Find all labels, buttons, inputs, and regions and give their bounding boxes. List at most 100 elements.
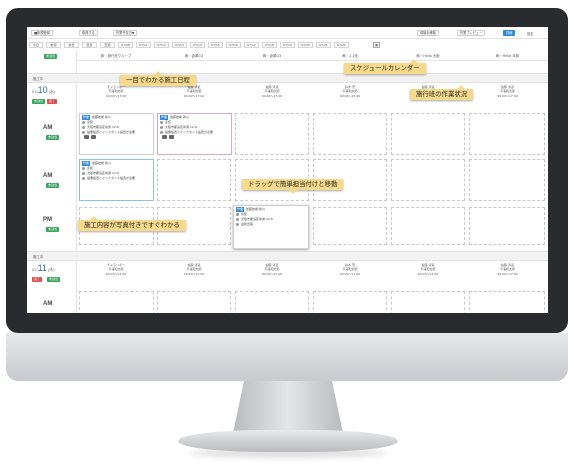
day-weekday: (水) <box>48 89 56 94</box>
date-tab[interactable]: 翌週 <box>100 42 115 48</box>
status-chip-red: 完了 <box>47 99 58 104</box>
date-tab[interactable]: 07/19 <box>280 42 295 48</box>
member-info: 鈴木 茂平澤和太郎 09:00〜17:00 <box>339 85 361 98</box>
date-tab[interactable]: 07/21 <box>316 42 331 48</box>
day-weekday: (木) <box>47 267 55 272</box>
fetch-button[interactable]: 取得する <box>79 30 98 36</box>
date-tab[interactable]: 07/12 <box>154 42 169 48</box>
column-header: ㈱・1 1班 <box>311 51 389 61</box>
member-info: 佐藤 清道平澤和太郎09:00〜17:00 <box>417 263 439 276</box>
column-header: ㈱・施行班グループ <box>77 51 155 61</box>
status-chip-red: 完了 <box>32 277 43 282</box>
slot-am-label: AM <box>43 301 53 307</box>
column-header: ㈱・Hello 本部 <box>467 51 548 61</box>
slot-am-label: AM <box>43 125 53 131</box>
callout-schedule: 一目でわかる施工日程 <box>120 71 196 86</box>
date-navigation: 今日 前週 前日 翌日 翌週 07/08 07/11 07/12 07/13 0… <box>27 41 548 50</box>
date-tab[interactable]: 前日 <box>64 42 79 48</box>
member-info: 佐藤 清道平澤和太郎09:00〜17:00 <box>497 85 518 98</box>
slot-am-label: AM <box>43 173 53 179</box>
empty-slot[interactable] <box>391 113 465 155</box>
member-info: 佐藤 清道平澤和太郎09:00〜17:00 <box>261 263 283 276</box>
date-tab[interactable]: 07/11 <box>136 42 151 48</box>
day-label: 07/10(水) <box>31 85 55 95</box>
date-tab[interactable]: 07/08 <box>118 42 133 48</box>
date-tab[interactable]: 今日 <box>29 42 43 48</box>
callout-photo: 施工内容が写真付きですぐわかる <box>78 216 186 231</box>
column-header: ㈱・倉庫G3 <box>155 51 233 61</box>
job-card[interactable]: 作業 加藤技術 新川 塗装 大阪市都島区中通 12-8 設備設置とインスタント設置… <box>157 113 232 155</box>
empty-slot[interactable] <box>391 207 465 245</box>
date-tab[interactable]: 翌日 <box>82 42 97 48</box>
column-header: ㈱・倉庫G3 <box>233 51 311 61</box>
date-tab[interactable]: 前週 <box>46 42 61 48</box>
preview-button[interactable]: 作業プレビュー <box>457 30 486 36</box>
photo-icon <box>169 135 174 139</box>
day-label: 07/11(木) <box>31 263 55 273</box>
day-number: 11 <box>37 263 47 273</box>
status-chip-green: 未割当 <box>47 277 61 282</box>
settings-link[interactable]: 設定 <box>527 31 533 36</box>
date-tab[interactable]: 07/14 <box>190 42 205 48</box>
date-tab[interactable]: 07/20 <box>298 42 313 48</box>
calendar-icon[interactable]: ▦ <box>373 42 380 48</box>
date-tab[interactable]: 07/18 <box>262 42 277 48</box>
status-band: 施工中 <box>27 251 548 261</box>
job-card[interactable]: 作業 加藤技術 新川 塗装 大阪市都島区中通 12-8 設備設置とインスタント設置… <box>79 159 154 201</box>
monitor-chin <box>6 333 568 381</box>
detail-button[interactable]: 詳細 <box>503 30 516 36</box>
empty-slot[interactable] <box>391 159 465 201</box>
new-button[interactable]: ■新規登録 <box>31 30 53 36</box>
empty-slot[interactable] <box>469 159 545 201</box>
empty-slot[interactable] <box>79 291 154 313</box>
status-chip-green: 未割当 <box>46 227 60 232</box>
empty-slot[interactable] <box>469 291 545 313</box>
empty-slot[interactable] <box>157 291 231 313</box>
status-band: 施工中 <box>27 73 548 83</box>
empty-slot[interactable] <box>313 291 387 313</box>
photo-icon <box>162 135 167 139</box>
app-screen: ■新規登録 取得する 作業予定日▼ 現場を移動 作業プレビュー 詳細 設定 今日… <box>27 27 548 313</box>
empty-slot[interactable] <box>391 291 465 313</box>
status-chip-green: 未割当 <box>46 183 60 188</box>
unassigned-chip: 未割当 <box>44 54 58 59</box>
member-info: 佐藤 清道平澤和太郎09:00〜17:00 <box>261 85 283 98</box>
toolbar: ■新規登録 取得する 作業予定日▼ 現場を移動 作業プレビュー 詳細 設定 <box>27 27 548 39</box>
date-tab[interactable]: 07/15 <box>208 42 223 48</box>
empty-slot[interactable] <box>469 207 545 245</box>
filter-select[interactable]: 作業予定日▼ <box>113 30 138 36</box>
date-tab[interactable]: 07/17 <box>244 42 259 48</box>
member-info: 佐藤 清道平澤和太郎09:00〜17:00 <box>497 263 518 276</box>
date-tab[interactable]: 07/22 <box>334 42 349 48</box>
empty-slot[interactable] <box>469 113 545 155</box>
band-label: 施工中 <box>33 255 44 259</box>
dragging-job-card[interactable]: 作業 加藤技術 新川 塗装 大阪市都島区中通 12-8 最新出張 <box>233 205 309 249</box>
slot-pm-label: PM <box>43 217 52 223</box>
column-header: ㈱・Hello 大阪 <box>389 51 467 61</box>
member-info: チャランポー 平澤和太郎 09:00〜17:00 <box>105 85 127 98</box>
monitor-neck <box>233 381 343 433</box>
member-info: チャランポー 平澤和太郎 09:00〜17:00 <box>105 263 127 276</box>
empty-slot[interactable] <box>313 207 387 245</box>
move-site-button[interactable]: 現場を移動 <box>417 30 439 36</box>
member-info: 鈴木 茂平澤和太郎 09:00〜17:00 <box>339 263 361 276</box>
empty-slot[interactable] <box>313 113 387 155</box>
day-number: 10 <box>37 85 48 95</box>
job-card[interactable]: 作業 加藤技術 新川 塗装 大阪市都島区中通 12-8 設備設置とインスタント設置… <box>79 113 154 155</box>
monitor-foot <box>178 430 398 452</box>
empty-slot[interactable] <box>157 159 231 201</box>
photo-icon <box>84 135 89 139</box>
callout-calendar: スケジュールカレンダー <box>344 59 426 74</box>
callout-drag: ドラッグで簡単担当付けと移動 <box>242 179 344 194</box>
callout-status: 施行班の作業状況 <box>410 85 474 100</box>
empty-slot[interactable] <box>235 113 309 155</box>
date-tab[interactable]: 07/16 <box>226 42 241 48</box>
member-info: 佐藤 清道平澤和太郎09:00〜17:00 <box>183 85 205 98</box>
status-chip-green: 未割当 <box>46 135 60 140</box>
member-info: 佐藤 清道平澤和太郎09:00〜17:00 <box>183 263 205 276</box>
photo-icon <box>91 135 96 139</box>
empty-slot[interactable] <box>235 291 309 313</box>
date-tab[interactable]: 07/13 <box>172 42 187 48</box>
status-chip-green: 未割当 <box>32 99 46 104</box>
band-label: 施工中 <box>33 77 44 81</box>
